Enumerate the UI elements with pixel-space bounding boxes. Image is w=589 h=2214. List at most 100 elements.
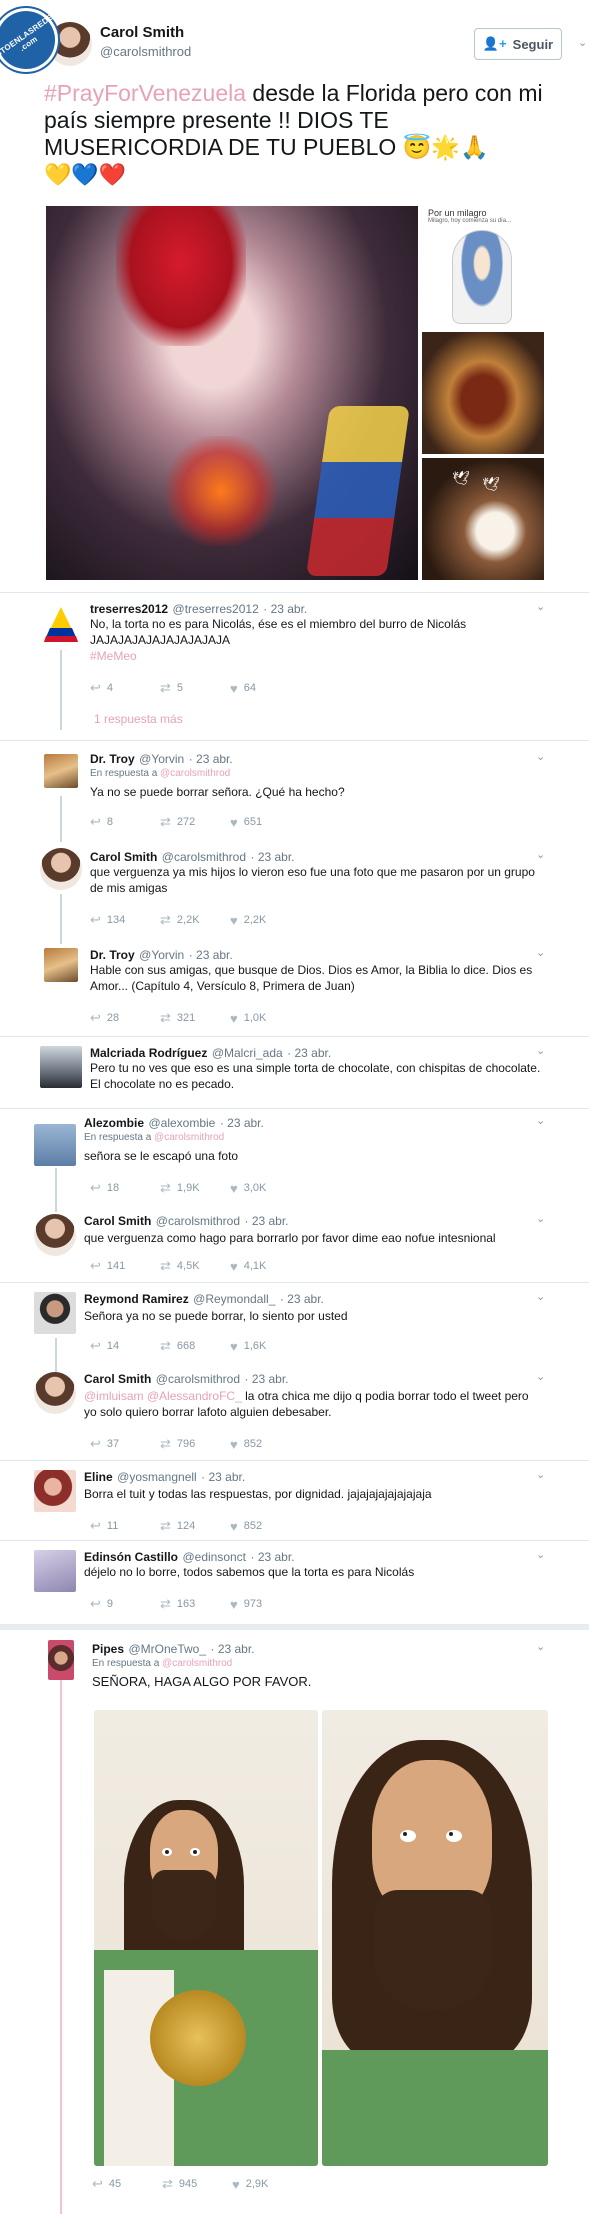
reply-icon[interactable]: ↩ xyxy=(90,1258,101,1274)
chevron-down-icon[interactable]: ⌄ xyxy=(536,1640,545,1653)
avatar[interactable] xyxy=(44,754,78,788)
reply-tweet[interactable]: Malcriada Rodríguez @Malcri_ada · 23 abr… xyxy=(0,1040,589,1112)
avatar[interactable] xyxy=(48,1640,74,1680)
reply-name[interactable]: Dr. Troy xyxy=(90,948,135,962)
avatar[interactable] xyxy=(40,1046,82,1088)
retweet-icon[interactable]: ⇄ xyxy=(160,680,171,696)
reply-name[interactable]: Carol Smith xyxy=(84,1214,151,1228)
reply-icon[interactable]: ↩ xyxy=(90,1518,101,1534)
reply-tweet[interactable]: Dr. Troy @Yorvin · 23 abr. ⌄ Hable con s… xyxy=(0,940,589,1036)
reply-tweet[interactable]: Dr. Troy @Yorvin · 23 abr. ⌄ En respuest… xyxy=(0,744,589,836)
reply-handle[interactable]: @carolsmithrod xyxy=(162,850,246,864)
media-image-cake[interactable] xyxy=(422,332,544,454)
reply-date[interactable]: 23 abr. xyxy=(209,1470,246,1484)
media-image-virgin[interactable]: Por un milagro Milagro, hoy comienza su … xyxy=(422,206,544,328)
avatar[interactable] xyxy=(34,1372,76,1414)
avatar[interactable] xyxy=(34,1214,76,1256)
retweet-icon[interactable]: ⇄ xyxy=(160,814,171,830)
retweet-icon[interactable]: ⇄ xyxy=(160,1180,171,1196)
author-handle[interactable]: @carolsmithrod xyxy=(100,44,191,59)
retweet-icon[interactable]: ⇄ xyxy=(160,1258,171,1274)
reply-handle[interactable]: @treserres2012 xyxy=(173,602,259,616)
reply-handle[interactable]: @alexombie xyxy=(148,1116,215,1130)
follow-button[interactable]: 👤+ Seguir xyxy=(474,28,562,60)
reply-icon[interactable]: ↩ xyxy=(90,1180,101,1196)
reply-tweet[interactable]: Eline @yosmangnell · 23 abr. ⌄ Borra el … xyxy=(0,1464,589,1544)
reply-name[interactable]: Reymond Ramirez xyxy=(84,1292,189,1306)
chevron-down-icon[interactable]: ⌄ xyxy=(536,750,545,763)
reply-date[interactable]: 23 abr. xyxy=(218,1642,255,1656)
retweet-icon[interactable]: ⇄ xyxy=(160,1436,171,1452)
tweet-hashtag[interactable]: #PrayForVenezuela xyxy=(44,80,246,106)
chevron-down-icon[interactable]: ⌄ xyxy=(536,1548,545,1561)
reply-name[interactable]: treserres2012 xyxy=(90,602,168,616)
reply-handle[interactable]: @carolsmithrod xyxy=(156,1372,240,1386)
media-image-doves[interactable]: 🕊 🕊 xyxy=(422,458,544,580)
reply-icon[interactable]: ↩ xyxy=(92,2176,103,2192)
author-name[interactable]: Carol Smith xyxy=(100,24,184,41)
in-reply-handle[interactable]: @carolsmithrod xyxy=(154,1132,224,1143)
retweet-icon[interactable]: ⇄ xyxy=(160,912,171,928)
reply-mention[interactable]: @imluisam xyxy=(84,1389,144,1403)
reply-date[interactable]: 23 abr. xyxy=(258,850,295,864)
in-reply-handle[interactable]: @carolsmithrod xyxy=(160,768,230,779)
reply-handle[interactable]: @yosmangnell xyxy=(117,1470,197,1484)
heart-icon[interactable]: ♥ xyxy=(230,913,238,928)
avatar[interactable] xyxy=(34,1550,76,1592)
avatar[interactable] xyxy=(34,1470,76,1512)
reply-icon[interactable]: ↩ xyxy=(90,1010,101,1026)
retweet-icon[interactable]: ⇄ xyxy=(160,1596,171,1612)
reply-tweet[interactable]: treserres2012 @treserres2012 · 23 abr. ⌄… xyxy=(0,596,589,726)
reply-mention[interactable]: @AlessandroFC_ xyxy=(147,1389,242,1403)
reply-handle[interactable]: @Malcri_ada xyxy=(212,1046,283,1060)
avatar[interactable] xyxy=(40,604,82,646)
heart-icon[interactable]: ♥ xyxy=(230,681,238,696)
heart-icon[interactable]: ♥ xyxy=(230,1339,238,1354)
reply-name[interactable]: Pipes xyxy=(92,1642,124,1656)
avatar[interactable] xyxy=(44,948,78,982)
reply-image-statue[interactable] xyxy=(94,1710,318,2166)
in-reply-handle[interactable]: @carolsmithrod xyxy=(162,1658,232,1669)
reply-date[interactable]: 23 abr. xyxy=(252,1214,289,1228)
chevron-down-icon[interactable]: ⌄ xyxy=(578,36,587,49)
heart-icon[interactable]: ♥ xyxy=(230,815,238,830)
reply-date[interactable]: 23 abr. xyxy=(258,1550,295,1564)
reply-tweet[interactable]: Edinsón Castillo @edinsonct · 23 abr. ⌄ … xyxy=(0,1544,589,1624)
reply-date[interactable]: 23 abr. xyxy=(252,1372,289,1386)
heart-icon[interactable]: ♥ xyxy=(230,1181,238,1196)
chevron-down-icon[interactable]: ⌄ xyxy=(536,1290,545,1303)
reply-icon[interactable]: ↩ xyxy=(90,912,101,928)
reply-date[interactable]: 23 abr. xyxy=(196,752,233,766)
reply-tweet[interactable]: Reymond Ramirez @Reymondall_ · 23 abr. ⌄… xyxy=(0,1286,589,1366)
reply-name[interactable]: Dr. Troy xyxy=(90,752,135,766)
reply-icon[interactable]: ↩ xyxy=(90,1596,101,1612)
reply-name[interactable]: Carol Smith xyxy=(90,850,157,864)
reply-handle[interactable]: @Reymondall_ xyxy=(193,1292,275,1306)
more-replies-link[interactable]: 1 respuesta más xyxy=(94,712,183,726)
reply-tweet[interactable]: Carol Smith @carolsmithrod · 23 abr. ⌄ q… xyxy=(0,1208,589,1288)
reply-tweet[interactable]: Carol Smith @carolsmithrod · 23 abr. ⌄ @… xyxy=(0,1366,589,1462)
chevron-down-icon[interactable]: ⌄ xyxy=(536,600,545,613)
reply-handle[interactable]: @Yorvin xyxy=(139,752,184,766)
reply-image-statue-closeup[interactable] xyxy=(322,1710,548,2166)
reply-tweet[interactable]: Carol Smith @carolsmithrod · 23 abr. ⌄ q… xyxy=(0,842,589,938)
heart-icon[interactable]: ♥ xyxy=(230,1519,238,1534)
reply-tweet[interactable]: Pipes @MrOneTwo_ · 23 abr. ⌄ En respuest… xyxy=(0,1634,589,2214)
reply-tweet[interactable]: Alezombie @alexombie · 23 abr. ⌄ En resp… xyxy=(0,1112,589,1204)
retweet-icon[interactable]: ⇄ xyxy=(160,1010,171,1026)
reply-handle[interactable]: @edinsonct xyxy=(182,1550,246,1564)
retweet-icon[interactable]: ⇄ xyxy=(162,2176,173,2192)
chevron-down-icon[interactable]: ⌄ xyxy=(536,1370,545,1383)
avatar[interactable] xyxy=(34,1124,76,1166)
retweet-icon[interactable]: ⇄ xyxy=(160,1518,171,1534)
avatar[interactable] xyxy=(34,1292,76,1334)
reply-handle[interactable]: @Yorvin xyxy=(139,948,184,962)
heart-icon[interactable]: ♥ xyxy=(230,1437,238,1452)
reply-icon[interactable]: ↩ xyxy=(90,1436,101,1452)
chevron-down-icon[interactable]: ⌄ xyxy=(536,848,545,861)
reply-handle[interactable]: @carolsmithrod xyxy=(156,1214,240,1228)
chevron-down-icon[interactable]: ⌄ xyxy=(536,1468,545,1481)
reply-icon[interactable]: ↩ xyxy=(90,680,101,696)
chevron-down-icon[interactable]: ⌄ xyxy=(536,1114,545,1127)
media-image-main[interactable] xyxy=(46,206,418,580)
